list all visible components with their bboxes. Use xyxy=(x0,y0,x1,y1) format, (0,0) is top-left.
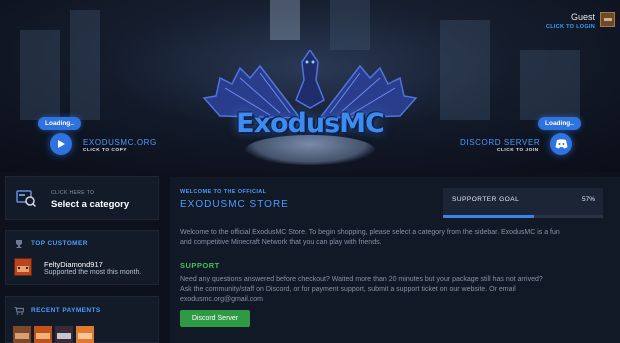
server-ip-link[interactable]: EXODUSMC.ORG xyxy=(83,138,157,147)
hero-banner: ExodusMC Guest CLICK TO LOGIN Loading.. … xyxy=(0,0,620,172)
play-icon[interactable] xyxy=(50,133,72,155)
intro-line-1: Welcome to the official ExodusMC Store. … xyxy=(180,229,560,236)
goal-progress-fill xyxy=(443,215,535,218)
recent-payments-panel: RECENT PAYMENTS xyxy=(5,296,159,343)
top-customer-avatar xyxy=(14,258,32,276)
support-line-1: Need any questions answered before check… xyxy=(180,276,543,283)
supporter-goal: SUPPORTER GOAL 57% xyxy=(443,188,603,218)
category-selector[interactable]: CLICK HERE TO Select a category xyxy=(5,176,159,220)
castle-tower-right xyxy=(440,20,490,120)
trophy-icon xyxy=(16,240,22,248)
server-ip-subtitle: CLICK TO COPY xyxy=(83,148,127,153)
top-customer-panel: TOP CUSTOMER FeltyDiamond917 Supported t… xyxy=(5,230,159,285)
top-customer-name: FeltyDiamond917 xyxy=(44,260,103,269)
discord-server-button[interactable]: Discord Server xyxy=(180,310,250,327)
castle-tower-left xyxy=(20,30,60,120)
top-customer-title: TOP CUSTOMER xyxy=(31,240,88,247)
exodusmc-logo: ExodusMC xyxy=(200,40,420,170)
support-title: SUPPORT xyxy=(180,261,220,270)
logo-text: ExodusMC xyxy=(236,108,385,139)
guest-login-link[interactable]: Guest CLICK TO LOGIN xyxy=(546,12,595,30)
logo-rock xyxy=(245,135,375,165)
castle-wall-right xyxy=(520,50,580,120)
goal-progress-track xyxy=(443,215,603,218)
top-customer-description: Supported the most this month. xyxy=(44,269,142,276)
intro-line-2: and competitive Minecraft Network that y… xyxy=(180,239,382,246)
welcome-subtitle: WELCOME TO THE OFFICIAL xyxy=(180,189,267,195)
goal-label: SUPPORTER GOAL xyxy=(452,196,520,203)
payment-avatar[interactable] xyxy=(55,326,73,343)
castle-tower-center xyxy=(270,0,300,40)
payment-avatar[interactable] xyxy=(76,326,94,343)
page-title: EXODUSMC STORE xyxy=(180,199,289,210)
support-line-2: Ask the community/staff on Discord, or f… xyxy=(180,286,516,293)
payment-avatar[interactable] xyxy=(13,326,31,343)
discord-server-link[interactable]: DISCORD SERVER xyxy=(460,138,540,147)
recent-payments-title: RECENT PAYMENTS xyxy=(31,307,101,314)
support-email: exodusmc.org@gmail.com xyxy=(180,296,263,303)
category-label[interactable]: Select a category xyxy=(51,199,129,210)
guest-name: Guest xyxy=(570,12,595,22)
payment-avatar[interactable] xyxy=(34,326,52,343)
category-hint: CLICK HERE TO xyxy=(51,190,95,196)
click-to-login[interactable]: CLICK TO LOGIN xyxy=(546,24,595,30)
dragon-head-icon xyxy=(295,50,325,109)
guest-avatar[interactable] xyxy=(600,12,615,27)
goal-percent: 57% xyxy=(581,196,595,203)
server-loading-badge: Loading.. xyxy=(38,117,81,130)
castle-tower-left-2 xyxy=(70,10,100,120)
store-icon xyxy=(16,190,36,207)
discord-loading-badge: Loading.. xyxy=(538,117,581,130)
main-content: WELCOME TO THE OFFICIAL EXODUSMC STORE S… xyxy=(170,177,620,343)
discord-icon[interactable] xyxy=(550,133,572,155)
discord-subtitle: CLICK TO JOIN xyxy=(497,148,539,153)
cart-icon xyxy=(14,307,24,315)
